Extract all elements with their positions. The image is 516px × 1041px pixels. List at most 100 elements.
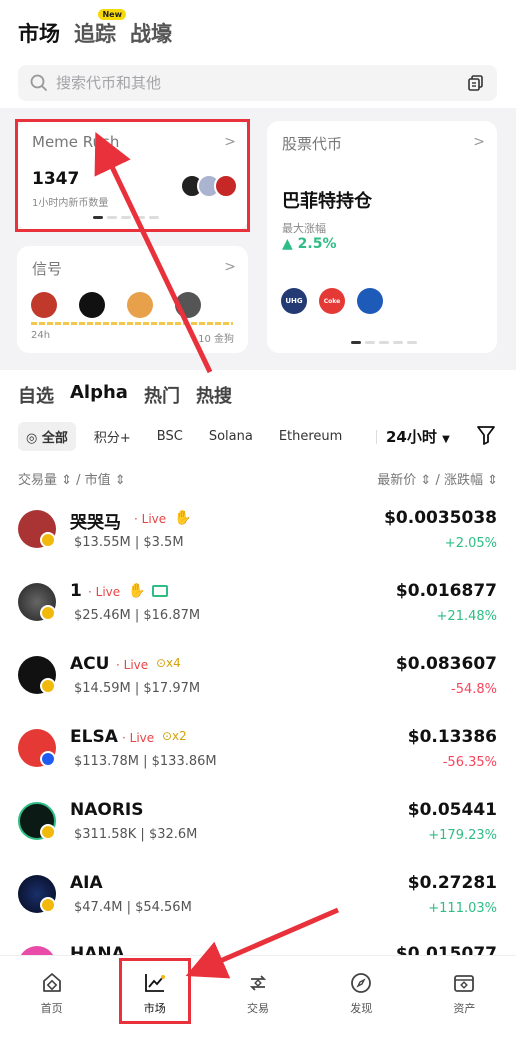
chip-all-label: 全部	[41, 431, 68, 446]
hand-icon: ✋	[174, 510, 192, 526]
token-avatar	[79, 292, 105, 318]
scan-icon[interactable]	[467, 74, 485, 92]
nav-discover-label: 发现	[350, 1002, 373, 1015]
highlight-box	[119, 958, 191, 1024]
live-badge: · Live	[134, 512, 167, 526]
token-change: +21.48%	[436, 609, 497, 624]
token-avatar	[127, 292, 153, 318]
chevron-right-icon: >	[224, 259, 236, 275]
volume-mcap: $47.4M | $54.56M	[74, 900, 192, 915]
token-price: $0.13386	[407, 727, 497, 747]
signal-title: 信号	[32, 260, 63, 278]
nav-assets[interactable]: 资产	[413, 956, 516, 1041]
token-change: +111.03%	[428, 901, 497, 916]
signal-right-label: 10 金狗	[198, 334, 234, 345]
hand-icon: ✋	[128, 583, 146, 599]
discover-icon	[351, 973, 372, 993]
column-header-volume[interactable]: 交易量 ⇕ / 市值 ⇕	[18, 469, 126, 488]
column-header-price[interactable]: 最新价 ⇕ / 涨跌幅 ⇕	[377, 469, 498, 488]
bsc-chain-icon	[40, 678, 56, 694]
globe-icon: ◎	[26, 431, 38, 446]
search-input[interactable]	[56, 74, 467, 92]
tab-trenches[interactable]: 战壕	[130, 18, 172, 48]
coke-logo: Coke	[319, 288, 345, 314]
signal-card[interactable]: 信号 > 24h 10 金狗	[17, 246, 248, 353]
period-select[interactable]: 24小时 ▼	[386, 426, 450, 447]
top-tabs: 市场 追踪 New 战壕	[18, 9, 172, 48]
token-avatar	[175, 292, 201, 318]
token-name: ACU	[70, 654, 110, 674]
tab-trending[interactable]: 热搜	[196, 382, 232, 408]
stock-max-gain-value: ▲ 2.5%	[282, 236, 337, 252]
caret-down-icon: ▼	[442, 434, 450, 445]
chip-points[interactable]: 积分+	[86, 422, 139, 451]
token-price: $0.05441	[407, 800, 497, 820]
period-label: 24小时	[386, 428, 437, 446]
multiplier-icon: ⊙x4	[156, 656, 181, 670]
bsc-chain-icon	[40, 605, 56, 621]
category-tabs: 自选 Alpha 热门 热搜	[18, 382, 232, 408]
token-price: $0.27281	[407, 873, 497, 893]
bottom-nav: 首页 市场 交易 发现 资产	[0, 955, 516, 1041]
tab-watchlist[interactable]: 自选	[18, 382, 54, 408]
signal-left-label: 24h	[31, 330, 51, 341]
volume-mcap: $25.46M | $16.87M	[74, 608, 201, 623]
filter-icon[interactable]	[476, 424, 496, 446]
tab-hot[interactable]: 热门	[144, 382, 180, 408]
chip-all[interactable]: ◎ 全部	[18, 422, 76, 451]
table-row[interactable]: 1 · Live ✋ $25.46M | $16.87M $0.016877 +…	[0, 581, 516, 653]
token-name: AIA	[70, 873, 103, 893]
token-name: 1	[70, 581, 82, 601]
stock-portfolio-name: 巴菲特持仓	[282, 191, 372, 212]
search-bar[interactable]	[18, 65, 497, 101]
wallet-icon	[454, 975, 475, 992]
nav-home[interactable]: 首页	[0, 956, 103, 1041]
card-icon	[152, 585, 168, 597]
token-change: +179.23%	[428, 828, 497, 843]
token-name: NAORIS	[70, 800, 144, 820]
new-badge: New	[98, 9, 126, 20]
chip-bsc[interactable]: BSC	[149, 424, 191, 449]
tab-market[interactable]: 市场	[18, 18, 60, 48]
carousel-dots	[351, 341, 417, 344]
signal-bar	[31, 322, 233, 325]
volume-mcap: $311.58K | $32.6M	[74, 827, 198, 842]
nav-assets-label: 资产	[453, 1002, 476, 1015]
stock-logos: UHG Coke	[281, 288, 383, 314]
table-row[interactable]: ELSA · Live ⊙x2 $113.78M | $133.86M $0.1…	[0, 727, 516, 799]
token-price: $0.016877	[395, 581, 497, 601]
token-change: -54.8%	[451, 682, 497, 697]
search-icon	[30, 74, 48, 92]
divider	[376, 430, 377, 444]
nav-trade-label: 交易	[247, 1002, 269, 1015]
tab-tracking[interactable]: 追踪 New	[74, 9, 126, 48]
token-price: $0.0035038	[384, 508, 497, 528]
bsc-chain-icon	[40, 897, 56, 913]
token-name: ELSA	[70, 727, 118, 747]
chevron-right-icon: >	[473, 134, 485, 150]
live-badge: · Live	[116, 658, 149, 672]
chain-filter-chips: ◎ 全部 积分+ BSC Solana Ethereum	[18, 422, 350, 451]
highlight-box	[15, 119, 250, 232]
table-row[interactable]: 哭哭马 · Live ✋ $13.55M | $3.5M $0.0035038 …	[0, 508, 516, 580]
multiplier-icon: ⊙x2	[162, 729, 187, 743]
nav-discover[interactable]: 发现	[310, 956, 413, 1041]
signal-avatars	[31, 292, 201, 318]
bsc-chain-icon	[40, 532, 56, 548]
chip-ethereum[interactable]: Ethereum	[271, 424, 351, 449]
live-badge: · Live	[122, 731, 155, 745]
nav-home-label: 首页	[40, 1002, 63, 1015]
tab-alpha[interactable]: Alpha	[70, 382, 128, 408]
live-badge: · Live	[88, 585, 121, 599]
uhg-logo: UHG	[281, 288, 307, 314]
table-row[interactable]: AIA $47.4M | $54.56M $0.27281 +111.03%	[0, 873, 516, 945]
stock-token-card[interactable]: 股票代币 > 巴菲特持仓 最大涨幅 ▲ 2.5% UHG Coke	[267, 121, 497, 353]
volume-mcap: $113.78M | $133.86M	[74, 754, 217, 769]
nav-trade[interactable]: 交易	[206, 956, 309, 1041]
chip-solana[interactable]: Solana	[201, 424, 261, 449]
token-avatar	[31, 292, 57, 318]
table-row[interactable]: NAORIS $311.58K | $32.6M $0.05441 +179.2…	[0, 800, 516, 872]
table-row[interactable]: ACU · Live ⊙x4 $14.59M | $17.97M $0.0836…	[0, 654, 516, 726]
stock-logo	[357, 288, 383, 314]
stock-max-gain-label: 最大涨幅	[282, 222, 326, 235]
